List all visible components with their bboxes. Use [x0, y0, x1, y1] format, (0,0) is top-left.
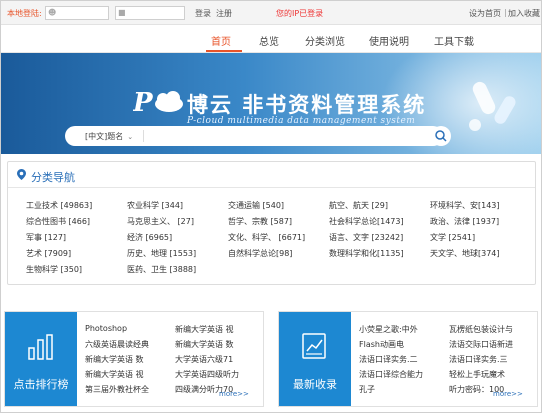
category-item[interactable]: 文学 [2541]: [430, 232, 475, 243]
list-item[interactable]: 小荧星之歌:中外: [359, 324, 418, 335]
register-link[interactable]: 注册: [216, 8, 232, 19]
list-item[interactable]: 大学英语六级71: [175, 354, 233, 365]
list-item[interactable]: 第三届外教社杯全: [85, 384, 149, 395]
list-item[interactable]: 六级英语晨读经典: [85, 339, 149, 350]
search-icon: [435, 130, 447, 142]
list-item[interactable]: 孔子: [359, 384, 375, 395]
list-item[interactable]: 法语交际口语新进: [449, 339, 513, 350]
category-item[interactable]: 交通运输 [540]: [228, 200, 284, 211]
search-input[interactable]: [149, 129, 409, 143]
category-item[interactable]: 军事 [127]: [26, 232, 66, 243]
category-item[interactable]: 航空、航天 [29]: [329, 200, 388, 211]
list-item[interactable]: 瓦楞纸包装设计与: [449, 324, 513, 335]
book-chart-icon: [302, 333, 326, 359]
lock-icon: ■: [118, 8, 126, 17]
list-item[interactable]: Photoshop: [85, 324, 127, 333]
add-favorite-link[interactable]: 加入收藏: [508, 8, 540, 19]
latest-panel-title: 最新收录: [293, 378, 337, 391]
search-scope-select[interactable]: [中文]题名 ⌄: [85, 131, 133, 142]
category-item[interactable]: 工业技术 [49863]: [26, 200, 92, 211]
category-item[interactable]: 医药、卫生 [3888]: [127, 264, 196, 275]
category-item[interactable]: 政治、法律 [1937]: [430, 216, 499, 227]
svg-text:P: P: [133, 88, 154, 117]
location-pin-icon: [17, 169, 26, 180]
category-item[interactable]: 环境科学、安[143]: [430, 200, 500, 211]
set-homepage-link[interactable]: 设为首页: [469, 8, 501, 19]
banner-subtitle: P-cloud multimedia data management syste…: [187, 116, 416, 126]
list-item[interactable]: 轻松上手玩魔术: [449, 369, 505, 380]
banner: P 博云 非书资料管理系统 P-cloud multimedia data ma…: [1, 53, 541, 154]
password-input[interactable]: [126, 8, 182, 18]
list-item[interactable]: 大学英语四级听力: [175, 369, 239, 380]
search-button[interactable]: [431, 126, 451, 146]
banner-title: 博云 非书资料管理系统: [187, 92, 427, 117]
local-login-label: 本地登陆:: [7, 9, 42, 18]
category-item[interactable]: 数理科学和化[1135]: [329, 248, 404, 259]
ranking-panel: 点击排行榜 Photoshop 六级英语晨读经典 新编大学英语 数 新编大学英语…: [4, 311, 264, 407]
top-login-bar: 本地登陆: ☻ ■ 登录 注册 您的IP已登录 设为首页 | 加入收藏: [1, 1, 541, 25]
nav-active-indicator: [206, 50, 242, 52]
list-item[interactable]: 新编大学英语 视: [85, 369, 144, 380]
main-nav: 首页 总览 分类浏览 使用说明 工具下载: [1, 25, 541, 53]
category-item[interactable]: 经济 [6965]: [127, 232, 172, 243]
category-item[interactable]: 社会科学总论[1473]: [329, 216, 404, 227]
category-item[interactable]: 哲学、宗教 [587]: [228, 216, 292, 227]
list-item[interactable]: Flash动画电: [359, 339, 404, 350]
list-item[interactable]: 法语口译综合能力: [359, 369, 423, 380]
chevron-down-icon: ⌄: [127, 133, 134, 141]
latest-more-link[interactable]: more>>: [493, 390, 523, 398]
ranking-panel-badge: 点击排行榜: [5, 312, 77, 406]
category-item[interactable]: 农业科学 [344]: [127, 200, 183, 211]
search-divider: [143, 130, 144, 142]
ranking-panel-title: 点击排行榜: [13, 378, 69, 391]
latest-panel: 最新收录 小荧星之歌:中外 Flash动画电 法语口译实务.二 法语口译综合能力…: [278, 311, 538, 407]
password-field[interactable]: ■: [115, 6, 185, 20]
list-item[interactable]: 法语口译实务.二: [359, 354, 418, 365]
search-box: [中文]题名 ⌄: [65, 126, 443, 146]
pills-decoration-icon: [469, 81, 516, 131]
category-item[interactable]: 马克思主义、 [27]: [127, 216, 194, 227]
nav-instructions[interactable]: 使用说明: [369, 33, 409, 48]
category-nav-panel: 分类导航 工业技术 [49863] 农业科学 [344] 交通运输 [540] …: [7, 161, 536, 285]
list-item[interactable]: 法语口译实务.三: [449, 354, 508, 365]
category-item[interactable]: 自然科学总论[98]: [228, 248, 292, 259]
pcloud-logo-icon: P: [133, 88, 183, 117]
topbar-separator: |: [504, 8, 507, 17]
bar-chart-icon: [28, 334, 53, 360]
list-item[interactable]: 新编大学英语 视: [175, 324, 234, 335]
nav-home[interactable]: 首页: [211, 33, 231, 48]
nav-browse-category[interactable]: 分类浏览: [305, 33, 345, 48]
username-field[interactable]: ☻: [45, 6, 109, 20]
nav-overview[interactable]: 总览: [259, 33, 279, 48]
username-input[interactable]: [56, 8, 106, 18]
category-item[interactable]: 艺术 [7909]: [26, 248, 71, 259]
login-link[interactable]: 登录: [195, 8, 211, 19]
category-nav-title: 分类导航: [31, 171, 75, 184]
category-item[interactable]: 语言、文字 [23242]: [329, 232, 403, 243]
ip-status-text: 您的IP已登录: [276, 9, 324, 18]
category-item[interactable]: 历史、地理 [1553]: [127, 248, 196, 259]
list-item[interactable]: 新编大学英语 数: [85, 354, 144, 365]
nav-tool-download[interactable]: 工具下载: [434, 33, 474, 48]
category-item[interactable]: 文化、科学、 [6671]: [228, 232, 305, 243]
ranking-more-link[interactable]: more>>: [219, 390, 249, 398]
category-nav-header: 分类导航: [8, 162, 535, 188]
category-item[interactable]: 综合性图书 [466]: [26, 216, 90, 227]
category-item[interactable]: 天文学、地球[374]: [430, 248, 500, 259]
latest-panel-badge: 最新收录: [279, 312, 351, 406]
list-item[interactable]: 新编大学英语 数: [175, 339, 234, 350]
search-scope-label: [中文]题名: [85, 132, 124, 141]
category-item[interactable]: 生物科学 [350]: [26, 264, 82, 275]
